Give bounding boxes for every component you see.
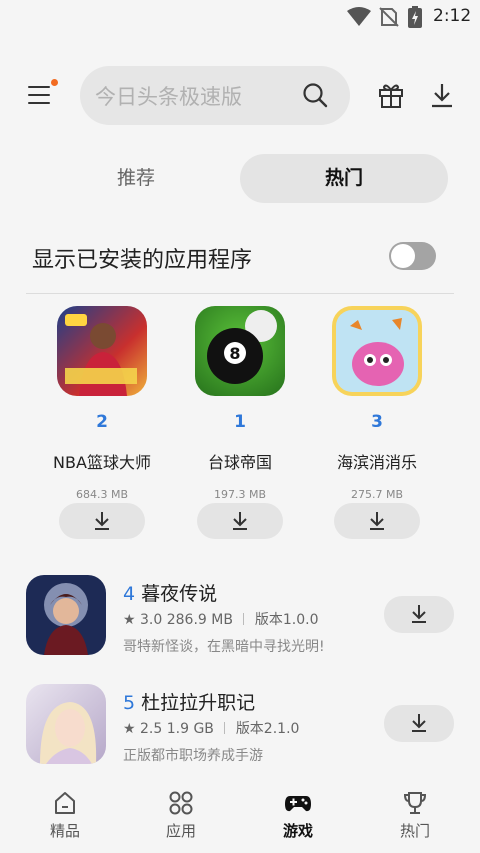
top-app-name: 海滨消消乐	[336, 453, 417, 472]
meta-separator	[243, 613, 245, 625]
status-bar: 2:12	[0, 0, 480, 34]
wifi-icon	[347, 7, 371, 26]
top-app-rank: 3	[371, 412, 383, 432]
show-installed-row: 显示已安装的应用程序	[32, 232, 452, 282]
list-item-meta: ★ 3.0 286.9 MB 版本1.0.0	[123, 609, 318, 629]
list-item-size: 1.9 GB	[166, 721, 214, 737]
divider	[26, 293, 454, 294]
search-bar[interactable]: 今日头条极速版	[80, 66, 350, 125]
night-legend-icon[interactable]	[26, 575, 106, 655]
nav-item-games[interactable]: 游戏	[238, 790, 358, 846]
list-item-version: 版本2.1.0	[235, 721, 300, 737]
download-button[interactable]	[384, 596, 454, 633]
download-icon	[233, 512, 247, 530]
no-sim-icon	[379, 7, 399, 27]
top-app-size: 275.7 MB	[350, 488, 404, 501]
top-app-size: 684.3 MB	[75, 488, 129, 501]
download-manager-icon[interactable]	[428, 81, 456, 109]
list-item[interactable]: 4 暮夜传说 ★ 3.0 286.9 MB 版本1.0.0 哥特新怪谈，在黑暗中寻…	[0, 575, 480, 659]
battery-charging-icon	[408, 6, 422, 28]
nav-label: 精品	[49, 822, 80, 840]
nav-item-hot[interactable]: 热门	[355, 790, 475, 846]
status-time: 2:12	[433, 6, 472, 26]
nba-basketball-master-icon[interactable]	[57, 306, 147, 396]
tab-recommend[interactable]: 推荐	[32, 154, 240, 203]
seaside-match-icon[interactable]	[332, 306, 422, 396]
tab-hot[interactable]: 热门	[240, 154, 448, 203]
list-item-title: 4 暮夜传说	[123, 579, 217, 606]
home-icon	[55, 792, 75, 814]
top-app-card[interactable]: 3 海滨消消乐 275.7 MB	[307, 306, 447, 546]
download-icon	[412, 714, 426, 732]
apps-grid-icon	[169, 791, 193, 815]
search-icon[interactable]	[302, 82, 328, 108]
list-item-rank: 5	[123, 692, 136, 714]
top-app-rank: 2	[96, 412, 108, 432]
trophy-icon	[403, 792, 427, 814]
top-app-size: 197.3 MB	[213, 488, 267, 501]
bottom-nav: 精品 应用 游戏 热门	[0, 780, 480, 853]
meta-separator	[224, 722, 226, 734]
list-item-description: 正版都市职场养成手游	[123, 748, 263, 764]
nav-item-apps[interactable]: 应用	[121, 790, 241, 846]
show-installed-toggle[interactable]	[389, 242, 436, 270]
show-installed-label: 显示已安装的应用程序	[32, 248, 253, 273]
list-item-size: 286.9 MB	[166, 612, 233, 628]
nav-label: 热门	[399, 822, 430, 840]
download-button[interactable]	[334, 503, 420, 539]
tab-bar: 推荐 热门	[32, 154, 448, 203]
nav-item-featured[interactable]: 精品	[5, 790, 125, 846]
toggle-knob	[391, 244, 415, 268]
list-item-title: 5 杜拉拉升职记	[123, 688, 255, 715]
nav-label: 游戏	[282, 822, 313, 840]
list-item-name: 杜拉拉升职记	[141, 692, 256, 714]
top-app-name: NBA篮球大师	[53, 453, 151, 472]
list-item-rank: 4	[123, 583, 136, 605]
list-item-description: 哥特新怪谈，在黑暗中寻找光明!	[123, 639, 325, 655]
du-lala-promotion-icon[interactable]	[26, 684, 106, 764]
top-ranked-apps: 2 NBA篮球大师 684.3 MB 8 1 台球帝国 197.3 MB 3 海…	[0, 306, 480, 546]
top-bar: 今日头条极速版	[0, 66, 480, 126]
top-app-card[interactable]: 2 NBA篮球大师 684.3 MB	[32, 306, 172, 546]
download-icon	[95, 512, 109, 530]
list-item-rating: 2.5	[140, 721, 163, 737]
menu-icon-bar	[28, 102, 50, 104]
star-icon: ★	[123, 612, 136, 628]
download-icon	[370, 512, 384, 530]
billiards-empire-icon[interactable]: 8	[195, 306, 285, 396]
list-item-name: 暮夜传说	[141, 583, 218, 605]
list-item[interactable]: 5 杜拉拉升职记 ★ 2.5 1.9 GB 版本2.1.0 正版都市职场养成手游	[0, 684, 480, 768]
menu-icon-bar	[28, 94, 50, 96]
gift-icon[interactable]	[377, 81, 405, 109]
list-item-rating: 3.0	[140, 612, 163, 628]
download-button[interactable]	[197, 503, 283, 539]
nav-label: 应用	[165, 822, 196, 840]
search-placeholder: 今日头条极速版	[95, 85, 242, 109]
list-item-meta: ★ 2.5 1.9 GB 版本2.1.0	[123, 718, 299, 738]
notification-dot	[51, 79, 58, 86]
download-button[interactable]	[384, 705, 454, 742]
download-button[interactable]	[59, 503, 145, 539]
menu-button[interactable]	[26, 79, 58, 110]
top-app-card[interactable]: 8 1 台球帝国 197.3 MB	[170, 306, 310, 546]
download-icon	[412, 605, 426, 623]
gamepad-icon	[285, 796, 311, 812]
top-app-rank: 1	[234, 412, 246, 432]
svg-text:8: 8	[229, 344, 240, 363]
star-icon: ★	[123, 721, 136, 737]
menu-icon	[28, 86, 50, 88]
top-app-name: 台球帝国	[207, 453, 272, 472]
list-item-version: 版本1.0.0	[254, 612, 319, 628]
